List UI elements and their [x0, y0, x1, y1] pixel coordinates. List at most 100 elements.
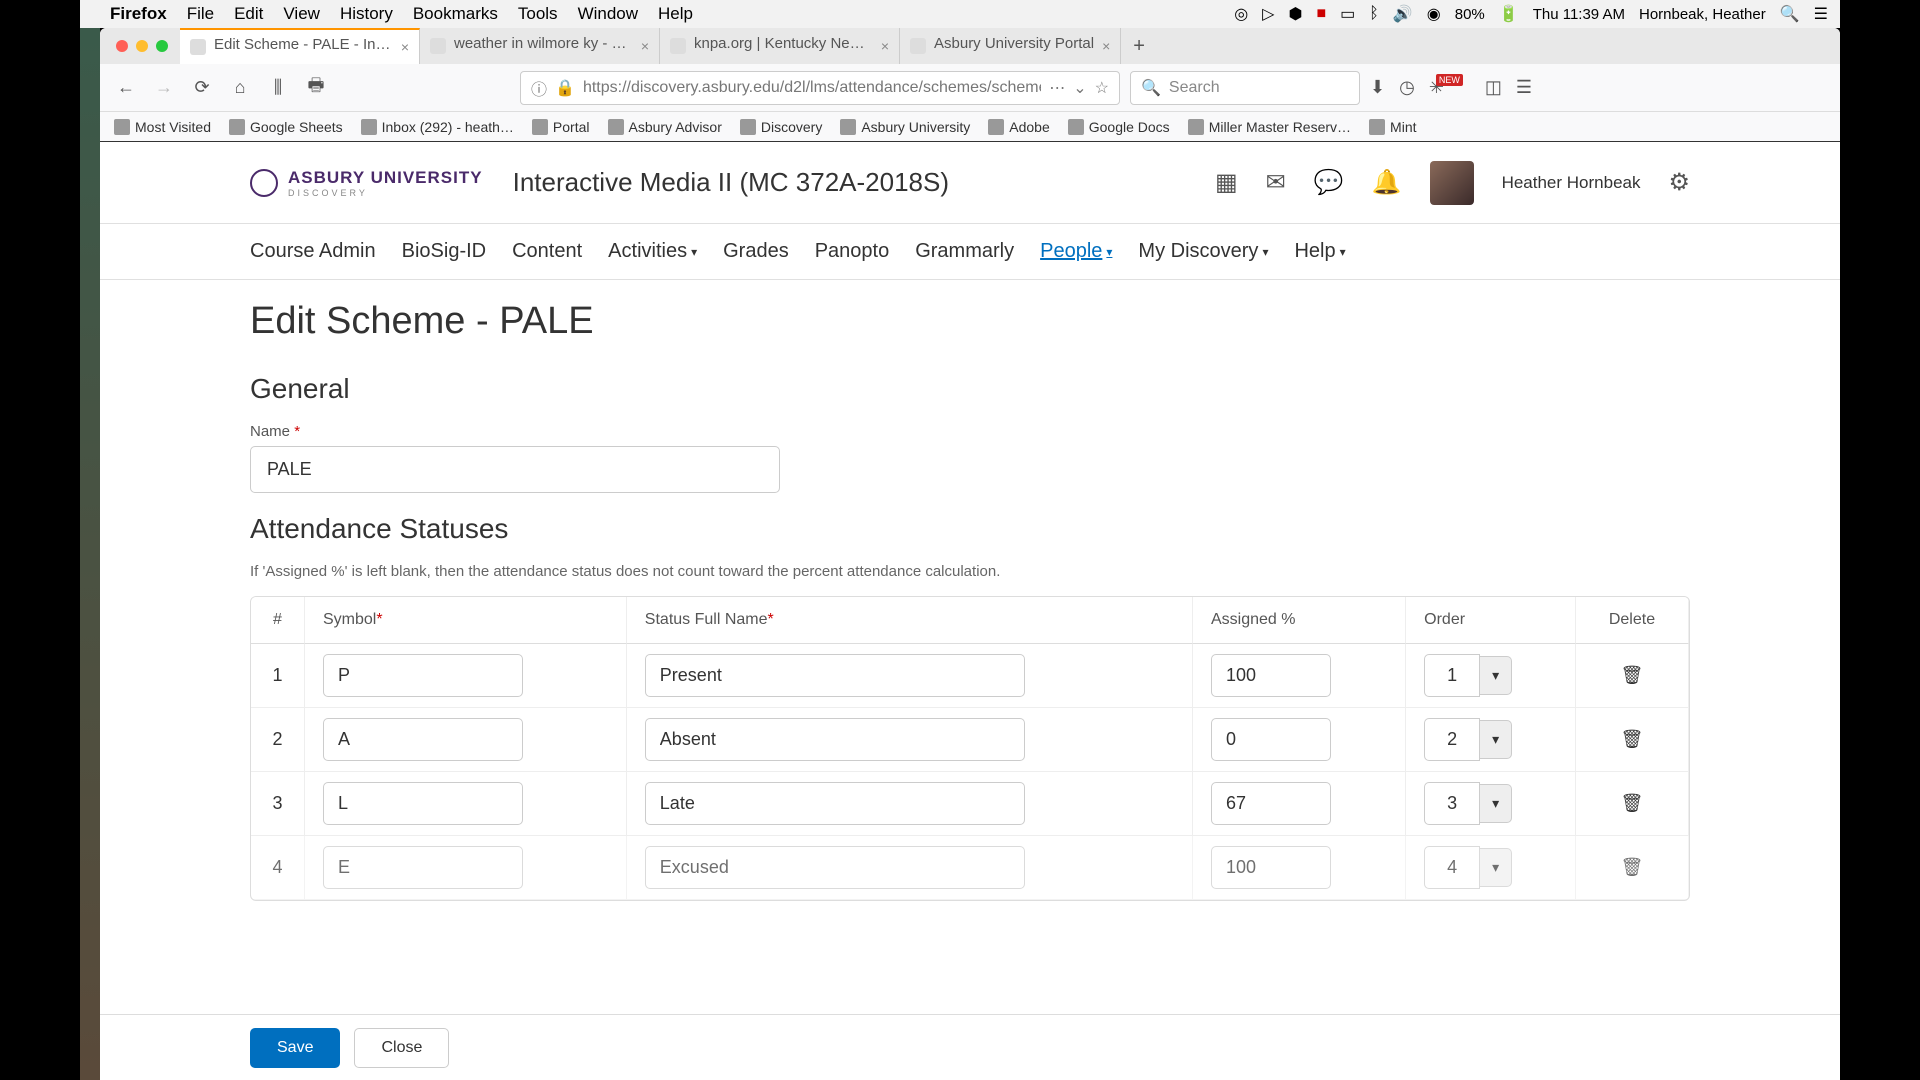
nav-item-grades[interactable]: Grades — [723, 240, 789, 263]
addons-icon[interactable]: ✳NEW — [1429, 77, 1471, 98]
nav-item-course-admin[interactable]: Course Admin — [250, 240, 376, 263]
chevron-down-icon[interactable]: ▾ — [1480, 656, 1512, 695]
close-tab-icon[interactable]: × — [881, 38, 889, 54]
bookmark-star-icon[interactable]: ☆ — [1095, 78, 1109, 98]
nav-item-grammarly[interactable]: Grammarly — [915, 240, 1014, 263]
browser-tab[interactable]: Edit Scheme - PALE - Interactiv× — [180, 28, 420, 64]
percent-input[interactable] — [1211, 782, 1331, 825]
menu-help[interactable]: Help — [658, 4, 693, 24]
menu-file[interactable]: File — [187, 4, 214, 24]
browser-tab[interactable]: weather in wilmore ky - Google× — [420, 28, 660, 64]
browser-tab[interactable]: knpa.org | Kentucky News Phot× — [660, 28, 900, 64]
bookmark-item[interactable]: Google Docs — [1068, 119, 1170, 135]
chevron-down-icon[interactable]: ▾ — [1480, 720, 1512, 759]
app-icon[interactable]: ■ — [1316, 5, 1326, 23]
brand[interactable]: ASBURY UNIVERSITY DISCOVERY — [250, 168, 483, 198]
clock[interactable]: Thu 11:39 AM — [1533, 6, 1625, 23]
delete-icon[interactable]: 🗑 — [1621, 857, 1644, 877]
close-tab-icon[interactable]: × — [1102, 38, 1110, 54]
nav-item-biosig-id[interactable]: BioSig-ID — [402, 240, 486, 263]
percent-input[interactable] — [1211, 846, 1331, 889]
window-max-icon[interactable] — [156, 40, 168, 52]
notifications-icon[interactable]: 🔔 — [1372, 168, 1402, 197]
menu-view[interactable]: View — [283, 4, 320, 24]
order-value[interactable]: 4 — [1424, 846, 1480, 889]
nav-item-my-discovery[interactable]: My Discovery ▾ — [1138, 240, 1268, 263]
menu-icon[interactable]: ☰ — [1516, 77, 1532, 98]
delete-icon[interactable]: 🗑 — [1621, 665, 1644, 685]
volume-icon[interactable]: 🔊 — [1393, 4, 1413, 24]
percent-input[interactable] — [1211, 654, 1331, 697]
url-bar[interactable]: ⓘ 🔒 https://discovery.asbury.edu/d2l/lms… — [520, 71, 1120, 105]
profile-name[interactable]: Heather Hornbeak — [1502, 173, 1641, 193]
history-icon[interactable]: ◷ — [1399, 77, 1415, 98]
search-bar[interactable]: 🔍 Search — [1130, 71, 1360, 105]
play-icon[interactable]: ▷ — [1262, 4, 1274, 24]
order-value[interactable]: 2 — [1424, 718, 1480, 761]
sidebar-icon[interactable]: ◫ — [1485, 77, 1502, 98]
back-button[interactable]: ← — [112, 74, 140, 102]
percent-input[interactable] — [1211, 718, 1331, 761]
menu-history[interactable]: History — [340, 4, 393, 24]
order-value[interactable]: 1 — [1424, 654, 1480, 697]
browser-tab[interactable]: Asbury University Portal× — [900, 28, 1121, 64]
window-min-icon[interactable] — [136, 40, 148, 52]
bookmark-item[interactable]: Adobe — [988, 119, 1049, 135]
chevron-down-icon[interactable]: ▾ — [1480, 848, 1512, 887]
nav-item-panopto[interactable]: Panopto — [815, 240, 890, 263]
save-button[interactable]: Save — [250, 1028, 340, 1068]
symbol-input[interactable] — [323, 718, 523, 761]
bookmark-item[interactable]: Most Visited — [114, 119, 211, 135]
spotlight-icon[interactable]: 🔍 — [1780, 4, 1800, 24]
bookmark-item[interactable]: Inbox (292) - heath… — [361, 119, 514, 135]
chevron-down-icon[interactable]: ▾ — [1480, 784, 1512, 823]
bluetooth-icon[interactable]: ᛒ — [1369, 5, 1379, 23]
reload-button[interactable]: ⟳ — [188, 74, 216, 102]
avatar[interactable] — [1430, 161, 1474, 205]
status-icon[interactable]: ◎ — [1234, 4, 1248, 24]
nav-item-people[interactable]: People ▾ — [1040, 240, 1112, 263]
forward-button[interactable]: → — [150, 74, 178, 102]
nav-item-content[interactable]: Content — [512, 240, 582, 263]
info-icon[interactable]: ⓘ — [531, 76, 547, 100]
menu-list-icon[interactable]: ☰ — [1814, 4, 1828, 24]
fullname-input[interactable] — [645, 782, 1025, 825]
symbol-input[interactable] — [323, 782, 523, 825]
wifi-icon[interactable]: ◉ — [1427, 4, 1441, 24]
bookmark-item[interactable]: Discovery — [740, 119, 822, 135]
delete-icon[interactable]: 🗑 — [1621, 793, 1644, 813]
dropbox-icon[interactable]: ⬢ — [1288, 4, 1302, 24]
library-icon[interactable]: ⫼ — [264, 74, 292, 102]
symbol-input[interactable] — [323, 846, 523, 889]
bookmark-item[interactable]: Google Sheets — [229, 119, 343, 135]
home-button[interactable]: ⌂ — [226, 74, 254, 102]
name-input[interactable] — [250, 446, 780, 493]
nav-item-activities[interactable]: Activities ▾ — [608, 240, 697, 263]
pocket-icon[interactable]: ⌄ — [1073, 78, 1086, 98]
page-actions-icon[interactable]: ⋯ — [1049, 78, 1065, 98]
menu-bookmarks[interactable]: Bookmarks — [413, 4, 498, 24]
settings-gear-icon[interactable]: ⚙ — [1668, 168, 1690, 197]
bookmark-item[interactable]: Portal — [532, 119, 590, 135]
menu-window[interactable]: Window — [578, 4, 638, 24]
new-tab-button[interactable]: + — [1121, 35, 1157, 58]
menu-tools[interactable]: Tools — [518, 4, 558, 24]
close-tab-icon[interactable]: × — [641, 38, 649, 54]
order-value[interactable]: 3 — [1424, 782, 1480, 825]
bookmark-item[interactable]: Asbury Advisor — [608, 119, 722, 135]
chat-icon[interactable]: 💬 — [1314, 168, 1344, 197]
symbol-input[interactable] — [323, 654, 523, 697]
mac-user[interactable]: Hornbeak, Heather — [1639, 6, 1766, 23]
fullname-input[interactable] — [645, 654, 1025, 697]
apps-grid-icon[interactable]: ▦ — [1215, 168, 1238, 197]
menu-edit[interactable]: Edit — [234, 4, 263, 24]
app-name[interactable]: Firefox — [110, 4, 167, 24]
nav-item-help[interactable]: Help ▾ — [1294, 240, 1345, 263]
bookmark-item[interactable]: Asbury University — [840, 119, 970, 135]
bookmark-item[interactable]: Mint — [1369, 119, 1416, 135]
fullname-input[interactable] — [645, 846, 1025, 889]
fullname-input[interactable] — [645, 718, 1025, 761]
bookmark-item[interactable]: Miller Master Reserv… — [1188, 119, 1351, 135]
downloads-icon[interactable]: ⬇ — [1370, 77, 1385, 98]
battery-icon[interactable]: 🔋 — [1499, 4, 1519, 24]
